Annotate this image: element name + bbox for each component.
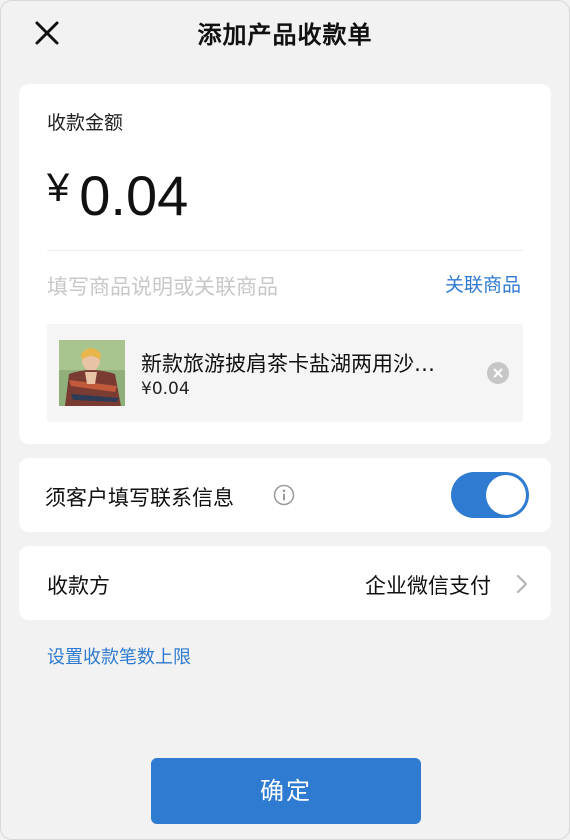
- product-name: 新款旅游披肩茶卡盐湖两用沙…: [141, 352, 435, 376]
- link-products-button[interactable]: 关联商品: [445, 270, 521, 297]
- description-input[interactable]: 填写商品说明或关联商品: [47, 271, 278, 301]
- amount-card: 收款金额 ¥0.04 填写商品说明或关联商品 关联商品 新款旅游披肩茶卡盐湖两用…: [19, 84, 551, 444]
- info-icon[interactable]: [273, 484, 295, 506]
- contact-required-label: 须客户填写联系信息: [45, 486, 234, 510]
- amount-field[interactable]: ¥0.04: [47, 156, 188, 228]
- payee-label: 收款方: [47, 574, 110, 598]
- product-price: ¥0.04: [141, 379, 190, 399]
- payee-value: 企业微信支付: [365, 574, 491, 598]
- toggle-knob: [486, 475, 526, 515]
- chevron-right-icon: [515, 574, 529, 594]
- set-limit-link[interactable]: 设置收款笔数上限: [47, 643, 191, 669]
- screen: 添加产品收款单 收款金额 ¥0.04 填写商品说明或关联商品 关联商品 新款旅游…: [0, 0, 570, 840]
- header: 添加产品收款单: [1, 1, 569, 65]
- linked-product[interactable]: 新款旅游披肩茶卡盐湖两用沙… ¥0.04: [47, 324, 523, 422]
- page-title: 添加产品收款单: [197, 21, 373, 49]
- confirm-button[interactable]: 确定: [151, 758, 421, 824]
- divider: [47, 250, 523, 251]
- remove-circle-icon[interactable]: [487, 362, 509, 384]
- amount-label: 收款金额: [47, 112, 124, 134]
- amount-value: 0.04: [79, 164, 189, 227]
- payee-row[interactable]: 收款方 企业微信支付: [19, 546, 551, 620]
- contact-required-row: 须客户填写联系信息: [19, 458, 551, 532]
- product-thumbnail: [59, 340, 125, 406]
- currency-symbol: ¥: [47, 166, 70, 210]
- contact-required-toggle[interactable]: [451, 472, 529, 518]
